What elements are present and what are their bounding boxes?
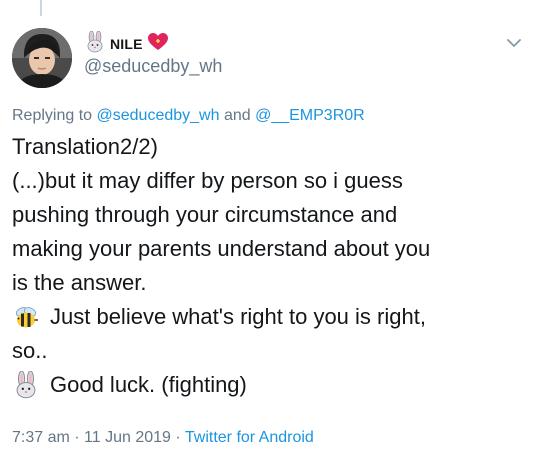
tweet-line: (...)but it may differ by person so i gu… [12, 164, 532, 198]
tweet-menu-button[interactable] [506, 36, 522, 48]
tweet-text: Translation2/2) (...)but it may differ b… [12, 130, 532, 402]
tweet-source-link[interactable]: Twitter for Android [185, 429, 314, 446]
tweet-line: Good luck. (fighting) [12, 368, 532, 402]
mention-link-seducedby-wh[interactable]: @seducedby_wh [97, 107, 220, 124]
replying-to-joiner: and [223, 107, 251, 124]
author-handle[interactable]: @seducedby_wh [84, 56, 222, 77]
rabbit-face-icon [12, 370, 40, 399]
tweet-line: pushing through your circumstance and [12, 198, 532, 232]
replying-to-context: Replying to @seducedby_wh and @__EMP3R0R [12, 107, 365, 125]
tweet-line: Just believe what's right to you is righ… [12, 300, 532, 334]
tweet-line: is the answer. [12, 266, 532, 300]
tweet-line: making your parents understand about you [12, 232, 532, 266]
tweet-line-text: Translation2/2) [12, 134, 158, 159]
rabbit-face-icon [84, 30, 106, 58]
thread-connector-line [40, 0, 42, 16]
meta-separator: · [74, 429, 80, 446]
meta-separator: · [175, 429, 181, 446]
author-name-row[interactable]: NILE [84, 30, 169, 58]
tweet-line-text: Just believe what's right to you is righ… [50, 304, 426, 329]
avatar-photo [12, 28, 72, 88]
chevron-down-icon [507, 39, 521, 47]
tweet-line: Translation2/2) [12, 130, 532, 164]
mention-link-emp3r0r[interactable]: @__EMP3R0R [255, 107, 365, 124]
avatar[interactable] [12, 28, 72, 88]
replying-to-label: Replying to [12, 107, 93, 124]
tweet-meta: 7:37 am · 11 Jun 2019 · Twitter for Andr… [12, 429, 314, 447]
tweet-line-text: so.. [12, 338, 48, 363]
tweet-line-text: Good luck. (fighting) [50, 372, 247, 397]
tweet-line-text: is the answer. [12, 270, 147, 295]
display-name: NILE [110, 36, 143, 52]
bee-icon [12, 303, 40, 331]
tweet-line-text: pushing through your circumstance and [12, 202, 398, 227]
tweet-line-text: (...)but it may differ by person so i gu… [12, 168, 403, 193]
tweet-date[interactable]: 11 Jun 2019 [84, 429, 171, 446]
tweet-line-text: making your parents understand about you [12, 236, 431, 261]
heart-icon [147, 32, 169, 57]
tweet-time[interactable]: 7:37 am [12, 429, 70, 446]
tweet-line: so.. [12, 334, 532, 368]
